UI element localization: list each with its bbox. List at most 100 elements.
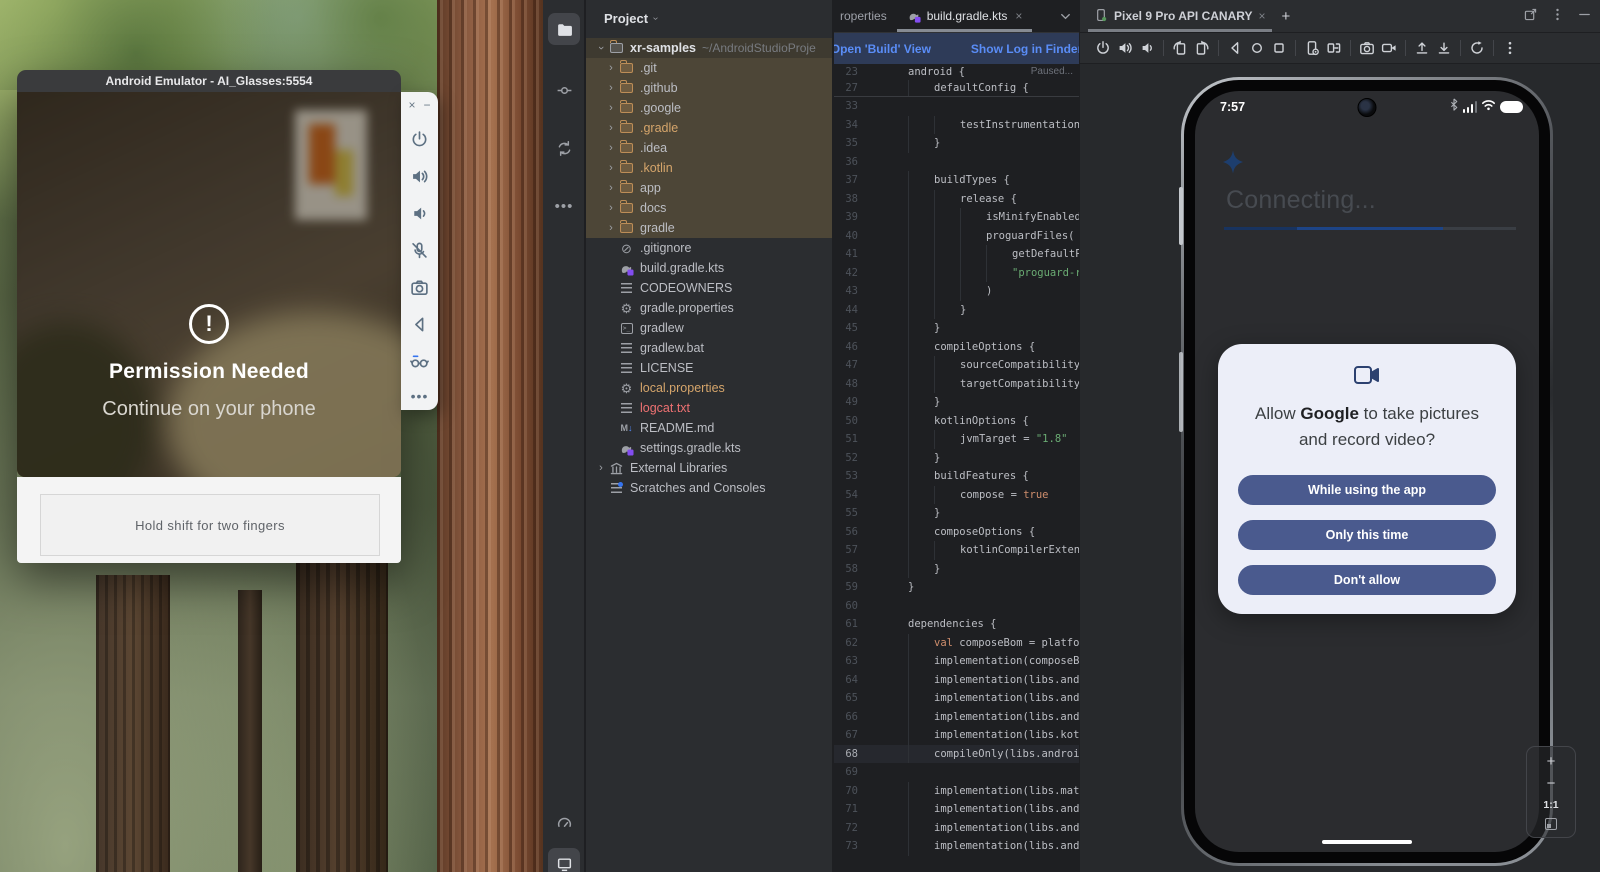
tree-item-license[interactable]: LICENSE <box>586 358 832 378</box>
tree-item-gradlew[interactable]: >_gradlew <box>586 318 832 338</box>
commit-icon[interactable] <box>548 74 580 106</box>
permission-button-don-t-allow[interactable]: Don't allow <box>1238 565 1496 595</box>
more-icon[interactable]: ••• <box>411 388 429 404</box>
code-token: } <box>934 504 940 523</box>
tree-item-docs[interactable]: ›docs <box>586 198 832 218</box>
tree-item-gradle[interactable]: › gradle <box>586 218 832 238</box>
glasses-icon[interactable] <box>410 351 430 371</box>
toolbar-separator <box>1163 40 1164 56</box>
volume-up-icon[interactable] <box>410 166 430 186</box>
tree-item-codeowners[interactable]: CODEOWNERS <box>586 278 832 298</box>
download-icon[interactable] <box>1433 37 1455 59</box>
screenshot-icon[interactable] <box>1356 37 1378 59</box>
actual-size-button[interactable]: 1:1 <box>1543 799 1558 811</box>
chevron-icon[interactable]: › <box>604 82 618 94</box>
project-folder-icon[interactable] <box>548 13 580 45</box>
profiler-icon[interactable] <box>548 806 580 838</box>
tab-list-chevron-icon[interactable] <box>1058 9 1073 29</box>
tree-item-logcat-txt[interactable]: logcat.txt <box>586 398 832 418</box>
emulator-screen[interactable]: ! Permission Needed Continue on your pho… <box>17 92 401 477</box>
tab-build-gradle-kts[interactable]: build.gradle.kts × <box>897 0 1033 32</box>
show-log-link[interactable]: Show Log in Finder <box>971 42 1079 56</box>
camera-icon[interactable] <box>410 277 430 297</box>
overview-icon[interactable] <box>1268 37 1290 59</box>
close-icon[interactable]: × <box>408 98 415 112</box>
editor-area[interactable]: roperties build.gradle.kts × Open 'Build… <box>834 0 1079 872</box>
tree-item-scratches-and-consoles[interactable]: Scratches and Consoles <box>586 478 832 498</box>
tab-gradle-properties[interactable]: roperties <box>834 0 897 32</box>
restart-icon[interactable] <box>1466 37 1488 59</box>
tree-item-readme-md[interactable]: M↓README.md <box>586 418 832 438</box>
chevron-icon[interactable]: › <box>604 182 618 194</box>
chevron-icon[interactable]: › <box>604 122 618 134</box>
fit-to-window-button[interactable] <box>1545 818 1557 830</box>
fold-icon[interactable] <box>1323 37 1345 59</box>
back-icon[interactable] <box>410 314 430 334</box>
open-in-window-icon[interactable] <box>1523 7 1538 27</box>
version-control-icon[interactable] <box>548 132 580 164</box>
power-icon[interactable] <box>410 129 430 149</box>
chevron-icon[interactable]: › <box>595 41 607 55</box>
tree-item--gradle[interactable]: ›.gradle <box>586 118 832 138</box>
chevron-icon[interactable]: › <box>604 222 618 234</box>
tree-item-gradle-properties[interactable]: ⚙gradle.properties <box>586 298 832 318</box>
chevron-icon[interactable]: › <box>604 162 618 174</box>
hide-panel-icon[interactable] <box>1577 7 1592 27</box>
power-icon[interactable] <box>1092 37 1114 59</box>
tree-item--github[interactable]: ›.github <box>586 78 832 98</box>
tree-item--gitignore[interactable]: ⊘.gitignore <box>586 238 832 258</box>
zoom-out-button[interactable]: − <box>1547 776 1556 791</box>
mic-off-icon[interactable] <box>410 240 430 260</box>
chevron-icon[interactable]: › <box>604 62 618 74</box>
tree-item--idea[interactable]: ›.idea <box>586 138 832 158</box>
open-build-view-link[interactable]: Open 'Build' View <box>834 42 931 56</box>
device-settings-icon[interactable] <box>1301 37 1323 59</box>
back-icon[interactable] <box>1224 37 1246 59</box>
emulator-window: Android Emulator - AI_Glasses:5554 ! Per… <box>17 70 401 563</box>
minimize-icon[interactable]: − <box>424 98 431 112</box>
home-indicator[interactable] <box>1322 840 1412 844</box>
close-device-tab-icon[interactable]: × <box>1258 9 1265 23</box>
tree-item--git[interactable]: ›.git <box>586 58 832 78</box>
tree-item-local-properties[interactable]: ⚙local.properties <box>586 378 832 398</box>
phone-screen[interactable]: 7:57 Connecting... <box>1195 91 1539 852</box>
tree-item-gradlew-bat[interactable]: gradlew.bat <box>586 338 832 358</box>
volume-down-icon[interactable] <box>1136 37 1158 59</box>
code-token: } <box>934 134 940 153</box>
kebab-menu-icon[interactable] <box>1550 7 1565 27</box>
rotate-right-icon[interactable] <box>1191 37 1213 59</box>
tree-item-external-libraries[interactable]: ›External Libraries <box>586 458 832 478</box>
tree-item-app[interactable]: ›app <box>586 178 832 198</box>
code-lines[interactable]: 3334testInstrumentationR35}3637buildType… <box>834 97 1079 856</box>
tree-item-settings-gradle-kts[interactable]: settings.gradle.kts <box>586 438 832 458</box>
chevron-icon[interactable]: › <box>604 142 618 154</box>
lines-icon <box>618 360 635 376</box>
screen-record-icon[interactable] <box>1378 37 1400 59</box>
chevron-icon[interactable]: › <box>604 202 618 214</box>
tree-item-xr-samples[interactable]: ›xr-samples~/AndroidStudioProje <box>586 38 832 58</box>
volume-up-icon[interactable] <box>1114 37 1136 59</box>
kebab-icon[interactable] <box>1499 37 1521 59</box>
more-tool-windows-icon[interactable]: ••• <box>548 190 580 222</box>
permission-button-only-this-time[interactable]: Only this time <box>1238 520 1496 550</box>
code-token: targetCompatibility <box>960 375 1079 394</box>
home-icon[interactable] <box>1246 37 1268 59</box>
tree-item-label: gradle <box>640 221 675 235</box>
project-panel-header[interactable]: Project › <box>586 0 832 37</box>
tree-item--kotlin[interactable]: ›.kotlin <box>586 158 832 178</box>
permission-button-while-using-the-app[interactable]: While using the app <box>1238 475 1496 505</box>
zoom-in-button[interactable]: + <box>1547 754 1556 769</box>
add-device-tab-icon[interactable]: + <box>1282 8 1291 25</box>
tree-item--google[interactable]: ›.google <box>586 98 832 118</box>
device-tab[interactable]: Pixel 9 Pro API CANARY × <box>1088 0 1272 32</box>
rotate-left-icon[interactable] <box>1169 37 1191 59</box>
chevron-icon[interactable]: › <box>594 462 608 474</box>
close-tab-icon[interactable]: × <box>1015 9 1022 23</box>
code-line-55: 55} <box>834 504 1079 523</box>
tree-item-build-gradle-kts[interactable]: build.gradle.kts <box>586 258 832 278</box>
running-devices-icon[interactable] <box>548 848 580 872</box>
emulator-title[interactable]: Android Emulator - AI_Glasses:5554 <box>17 70 401 92</box>
chevron-icon[interactable]: › <box>604 102 618 114</box>
volume-down-icon[interactable] <box>410 203 430 223</box>
upload-icon[interactable] <box>1411 37 1433 59</box>
